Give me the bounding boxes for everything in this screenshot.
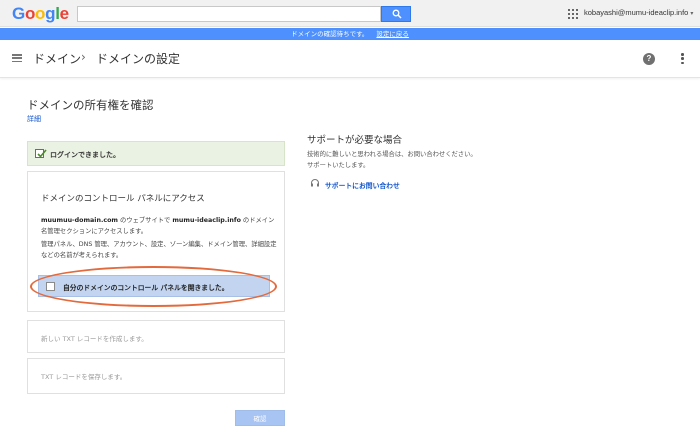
instruction-text-a: のウェブサイトで bbox=[117, 217, 173, 224]
checkmark-icon bbox=[35, 149, 47, 158]
registrar-domain: muumuu-domain.com bbox=[41, 217, 118, 224]
notice-message: ドメインの確認待ちです。 bbox=[291, 30, 369, 38]
headset-icon bbox=[311, 179, 319, 187]
apps-grid-icon[interactable] bbox=[568, 9, 578, 19]
control-panel-opened-checkbox-row[interactable]: 自分のドメインのコントロール パネルを開きました。 bbox=[38, 275, 270, 297]
search-button[interactable] bbox=[381, 6, 411, 22]
logo-letter: e bbox=[59, 4, 69, 23]
logo-letter: g bbox=[45, 4, 56, 23]
success-text: ログインできました。 bbox=[50, 151, 120, 159]
logo-letter: o bbox=[35, 4, 46, 23]
card-title: ドメインのコントロール パネルにアクセス bbox=[41, 194, 205, 204]
breadcrumb-separator: › bbox=[81, 50, 86, 64]
account-menu[interactable]: kobayashi@mumu-ideaclip.info ▾ bbox=[584, 8, 693, 17]
search-icon bbox=[392, 9, 402, 19]
details-link[interactable]: 詳細 bbox=[27, 114, 41, 124]
google-logo[interactable]: Google bbox=[12, 4, 69, 24]
breadcrumb-domains[interactable]: ドメイン bbox=[33, 50, 81, 67]
success-message-box: ログインできました。 bbox=[27, 141, 285, 166]
logo-letter: o bbox=[24, 4, 36, 23]
header-bar: ドメイン › ドメインの設定 ? bbox=[0, 40, 700, 78]
contact-support-link[interactable]: サポートにお問い合わせ bbox=[325, 180, 400, 190]
target-domain: mumu-ideaclip.info bbox=[172, 217, 241, 224]
top-bar: Google kobayashi@mumu-ideaclip.info ▾ bbox=[0, 0, 700, 27]
step-text: TXT レコードを保存します。 bbox=[41, 373, 127, 381]
notice-bar: ドメインの確認待ちです。 設定に戻る bbox=[0, 28, 700, 40]
support-title: サポートが必要な場合 bbox=[307, 135, 403, 146]
card-instruction: muumuu-domain.com のウェブサイトで mumu-ideaclip… bbox=[41, 215, 277, 237]
logo-letter: G bbox=[12, 4, 25, 23]
card-hint: 管理パネル、DNS 管理、アカウント、設定、ゾーン編集、ドメイン管理、詳細設定な… bbox=[41, 241, 277, 259]
control-panel-opened-checkbox[interactable] bbox=[46, 282, 55, 291]
page-title: ドメインの所有権を確認 bbox=[27, 98, 154, 112]
step-text: 新しい TXT レコードを作成します。 bbox=[41, 335, 148, 343]
confirm-button[interactable]: 確認 bbox=[235, 410, 285, 426]
create-txt-record-step: 新しい TXT レコードを作成します。 bbox=[27, 320, 285, 353]
hamburger-menu-icon[interactable] bbox=[12, 54, 22, 62]
help-icon[interactable]: ? bbox=[643, 53, 655, 65]
checkbox-label[interactable]: 自分のドメインのコントロール パネルを開きました。 bbox=[63, 282, 229, 292]
save-txt-record-step: TXT レコードを保存します。 bbox=[27, 358, 285, 394]
account-email: kobayashi@mumu-ideaclip.info bbox=[584, 8, 689, 17]
support-text: 技術的に難しいと思われる場合は、お問い合わせください。サポートいたします。 bbox=[307, 151, 477, 169]
search-input[interactable] bbox=[77, 6, 381, 22]
back-to-settings-link[interactable]: 設定に戻る bbox=[376, 30, 409, 38]
breadcrumb-domain-settings: ドメインの設定 bbox=[96, 52, 181, 66]
caret-down-icon: ▾ bbox=[690, 11, 694, 17]
more-vert-icon[interactable] bbox=[681, 53, 684, 64]
